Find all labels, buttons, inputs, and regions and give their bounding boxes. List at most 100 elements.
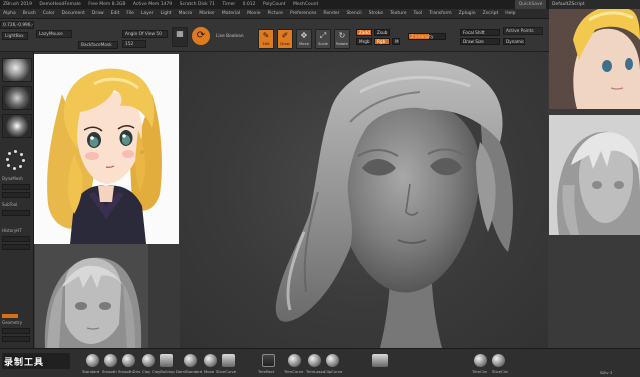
z-intensity-slider[interactable]: Z Intensity: [408, 33, 446, 40]
menu-material[interactable]: Material: [222, 11, 240, 16]
stroke-thumbnail[interactable]: [2, 86, 32, 110]
standard-brush-label: Standard: [82, 369, 100, 374]
menu-render[interactable]: Render: [323, 11, 339, 16]
clip-curve-icon[interactable]: [326, 354, 339, 367]
menu-layer[interactable]: Layer: [141, 11, 154, 16]
menu-draw[interactable]: Draw: [92, 11, 104, 16]
swirl-icon: ⟳: [196, 30, 206, 41]
move-brush-icon[interactable]: [204, 354, 217, 367]
material-swatch-icon[interactable]: [372, 354, 388, 367]
trim-circle-label: TrimCirc: [472, 369, 488, 374]
menu-stroke[interactable]: Stroke: [369, 11, 383, 16]
dynamic-button[interactable]: Dynamic: [503, 38, 525, 45]
menu-alpha[interactable]: Alpha: [3, 11, 16, 16]
menu-zplugin[interactable]: Zplugin: [459, 11, 476, 16]
tray-field-5[interactable]: [2, 244, 30, 250]
sculpt-girl-illustration: [549, 115, 640, 235]
menu-movie[interactable]: Movie: [247, 11, 260, 16]
move-brush-label: Move: [204, 369, 215, 374]
slice-curve-icon[interactable]: [222, 354, 235, 367]
trim-curve-label: TrimCurve: [284, 369, 304, 374]
title-activemem: Active Mem 1479: [132, 2, 173, 7]
menu-marker[interactable]: Marker: [199, 11, 215, 16]
alpha-thumbnail[interactable]: [2, 114, 32, 138]
menu-tool[interactable]: Tool: [414, 11, 423, 16]
tray-field-6[interactable]: [2, 328, 30, 334]
menu-document[interactable]: Document: [62, 11, 85, 16]
zadd-button[interactable]: Zadd: [356, 29, 372, 36]
menu-brush[interactable]: Brush: [23, 11, 36, 16]
tray-orange-slider[interactable]: [2, 314, 18, 318]
title-meshcount: MeshCount: [293, 2, 319, 7]
live-boolean-toggle[interactable]: ⟳: [192, 27, 210, 45]
move-label: Move: [299, 42, 309, 46]
reference-boy-portrait: DefaultZScript: [549, 0, 640, 109]
slice-circle-icon[interactable]: [492, 354, 505, 367]
tray-field-7[interactable]: [2, 336, 30, 342]
clay-brush-label: Clay: [142, 369, 151, 374]
lazymouse-button[interactable]: LazyMouse: [36, 30, 72, 38]
menu-picture[interactable]: Picture: [267, 11, 282, 16]
menu-texture[interactable]: Texture: [390, 11, 406, 16]
tray-field-3[interactable]: [2, 210, 30, 216]
rotate-button[interactable]: ↻ Rotate: [334, 29, 350, 49]
m-button[interactable]: M: [392, 38, 400, 45]
standard-brush-icon[interactable]: [86, 354, 99, 367]
clay-brush-icon[interactable]: [142, 354, 155, 367]
trim-rect-label: TrimRect: [258, 369, 275, 374]
backface-mask-button[interactable]: BackfaceMask: [78, 41, 118, 49]
menu-help[interactable]: Help: [505, 11, 515, 16]
title-freemem: Free Mem 8.3GB: [88, 2, 126, 7]
clay-buildup-brush-icon[interactable]: [160, 354, 173, 367]
menu-stencil[interactable]: Stencil: [346, 11, 361, 16]
scale-button[interactable]: ⤢ Scale: [315, 29, 331, 49]
trim-circle-icon[interactable]: [474, 354, 487, 367]
draw-button[interactable]: ✐ Draw: [277, 29, 293, 49]
tray-field-4[interactable]: [2, 236, 30, 242]
brush-thumbnail[interactable]: [2, 58, 32, 82]
floor-button[interactable]: ▦: [172, 27, 188, 47]
mrgb-button[interactable]: Mrgb: [356, 38, 372, 45]
tray-field-1[interactable]: [2, 184, 30, 190]
tray-label-dynamesh: DynaMesh: [2, 176, 23, 181]
value-field[interactable]: 152: [122, 40, 146, 48]
lightbox-button[interactable]: LightBox: [2, 32, 28, 40]
sdiv-readout: SDiv 3: [600, 370, 613, 375]
canvas-viewport[interactable]: [180, 52, 548, 348]
menu-preferences[interactable]: Preferences: [290, 11, 316, 16]
trim-lasso-icon[interactable]: [308, 354, 321, 367]
tray-field-2[interactable]: [2, 192, 30, 198]
draw-size-slider[interactable]: Draw Size: [460, 38, 500, 45]
zsub-button[interactable]: Zsub: [374, 29, 390, 36]
scale-label: Scale: [318, 42, 328, 46]
menu-transform[interactable]: Transform: [429, 11, 451, 16]
dam-standard-brush-icon[interactable]: [184, 354, 197, 367]
menu-file[interactable]: File: [126, 11, 134, 16]
z-intensity-label: Z Intensity: [411, 34, 434, 39]
focal-shift-slider[interactable]: Focal Shift: [460, 29, 500, 36]
menu-zscript[interactable]: Zscript: [483, 11, 499, 16]
edit-button[interactable]: ✎ Edit: [258, 29, 274, 49]
quicksave-button[interactable]: QuickSave: [514, 0, 547, 9]
rgb-button[interactable]: Rgb: [374, 38, 390, 45]
trim-curve-icon[interactable]: [288, 354, 301, 367]
move-button[interactable]: ✥ Move: [296, 29, 312, 49]
move-icon: ✥: [300, 31, 308, 40]
smooth-brush-icon[interactable]: [104, 354, 117, 367]
sculpt-thumb-illustration: [35, 244, 148, 348]
menu-macro[interactable]: Macro: [179, 11, 193, 16]
smooth-dirs-brush-icon[interactable]: [122, 354, 135, 367]
menu-color[interactable]: Color: [43, 11, 55, 16]
tray-label-history: HistoryHT: [2, 228, 22, 233]
title-polycount: PolyCount: [262, 2, 286, 7]
trim-rect-icon[interactable]: [262, 354, 275, 367]
title-bar: ZBrush 2019 DemoHeadFemale Free Mem 8.3G…: [0, 0, 640, 9]
default-zscript-label: DefaultZScript: [549, 0, 640, 9]
active-points-readout: Active Points: [503, 27, 543, 35]
menu-bar: Alpha Brush Color Document Draw Edit Fil…: [0, 9, 640, 19]
menu-light[interactable]: Light: [160, 11, 171, 16]
recording-caption: 录制工具: [4, 358, 45, 368]
angle-of-view-slider[interactable]: Angle Of View 50: [122, 30, 168, 38]
title-timer: Timer: [222, 2, 236, 7]
menu-edit[interactable]: Edit: [111, 11, 120, 16]
